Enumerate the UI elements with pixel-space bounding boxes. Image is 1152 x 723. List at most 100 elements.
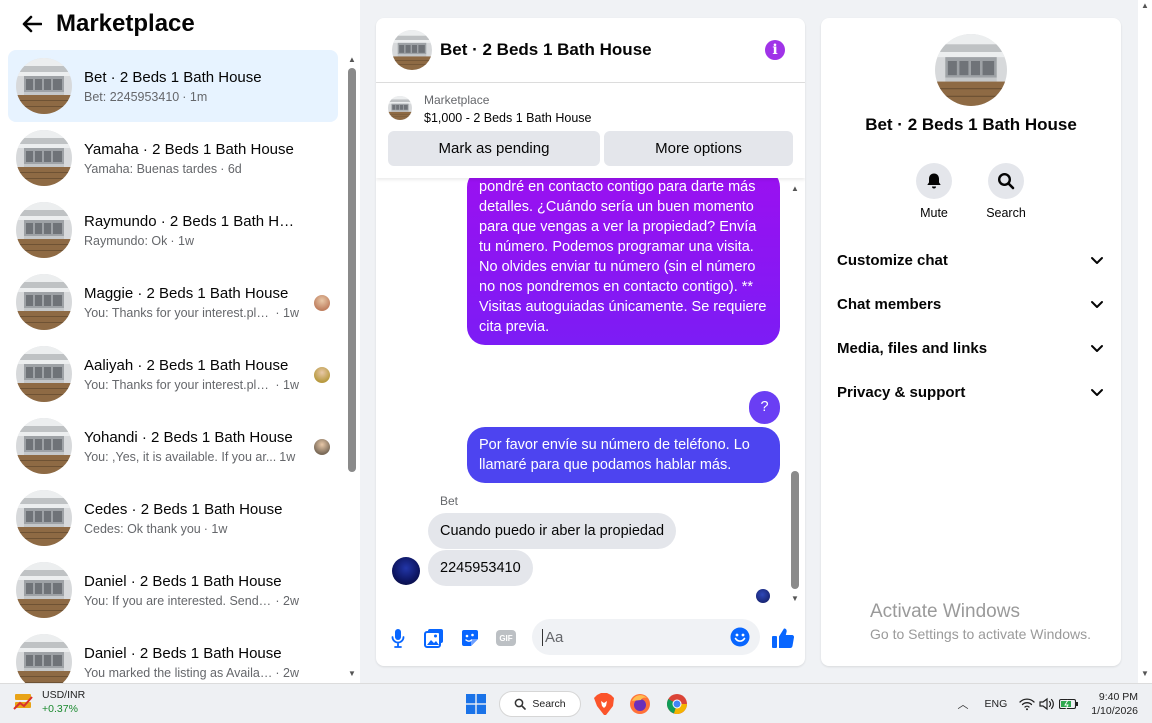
conversation-snippet: You: Thanks for your interest.ple... <box>84 377 273 392</box>
currency-chart-icon <box>13 694 33 710</box>
conversation-snippet: Bet: 2245953410 <box>84 89 180 104</box>
brave-browser-icon[interactable] <box>592 691 616 717</box>
activate-windows-watermark: Activate Windows Go to Settings to activ… <box>870 601 1091 642</box>
conversation-item[interactable]: Maggie · 2 Beds 1 Bath House You: Thanks … <box>8 266 338 338</box>
listing-thumbnail <box>16 418 72 474</box>
photo-icon[interactable] <box>421 625 447 651</box>
listing-thumbnail <box>16 490 72 546</box>
conversation-snippet: You: If you are interested. Send yo... <box>84 593 273 608</box>
sender-avatar[interactable] <box>392 557 420 585</box>
customize-chat-section[interactable]: Customize chat <box>821 240 1121 280</box>
chat-details-panel: Bet · 2 Beds 1 Bath House Mute Search Cu… <box>821 18 1121 666</box>
listing-thumbnail <box>16 562 72 618</box>
conversation-snippet: You marked the listing as Available. <box>84 665 273 680</box>
chrome-icon[interactable] <box>665 691 689 717</box>
clock[interactable]: 9:40 PM 1/10/2026 <box>1091 690 1138 718</box>
gif-icon[interactable]: GIF <box>493 625 519 651</box>
search-in-conversation-button[interactable]: Search <box>976 163 1036 220</box>
conversation-list-scrollbar[interactable]: ▲ ▼ <box>346 54 358 682</box>
search-icon <box>997 172 1015 190</box>
clock-date: 1/10/2026 <box>1091 705 1138 717</box>
details-title: Bet · 2 Beds 1 Bath House <box>865 115 1077 134</box>
mute-button[interactable]: Mute <box>904 163 964 220</box>
conversation-item[interactable]: Daniel · 2 Beds 1 Bath House You marked t… <box>8 626 338 683</box>
conversation-time: · 1w <box>275 377 299 392</box>
conversation-title: Raymundo · 2 Beds 1 Bath House <box>84 212 299 230</box>
info-icon[interactable]: i <box>765 40 785 60</box>
emoji-icon[interactable] <box>730 627 750 647</box>
chat-members-section[interactable]: Chat members <box>821 284 1121 324</box>
outgoing-message: pondré en contacto contigo para darte má… <box>467 178 780 345</box>
chat-title[interactable]: Bet · 2 Beds 1 Bath House <box>440 40 652 60</box>
message-composer: GIF Aa <box>376 614 805 662</box>
message-input-placeholder: Aa <box>542 628 563 646</box>
microphone-icon[interactable] <box>385 625 411 651</box>
currency-widget[interactable]: USD/INR +0.37% <box>12 689 85 715</box>
scrollbar-thumb[interactable] <box>791 471 799 589</box>
conversation-time: · 1w <box>275 305 299 320</box>
conversation-item[interactable]: Raymundo · 2 Beds 1 Bath House Raymundo: … <box>8 194 338 266</box>
listing-thumbnail[interactable] <box>392 30 432 70</box>
page-scrollbar[interactable]: ▲ ▼ <box>1138 0 1152 683</box>
listing-photo[interactable] <box>935 34 1007 106</box>
conversation-item[interactable]: Bet · 2 Beds 1 Bath House Bet: 2245953410… <box>8 50 338 122</box>
scroll-down-arrow-icon[interactable]: ▼ <box>346 668 358 678</box>
scroll-up-arrow-icon[interactable]: ▲ <box>346 54 358 64</box>
conversation-title: Yamaha · 2 Beds 1 Bath House <box>84 140 294 158</box>
seen-indicator-avatar <box>756 589 770 603</box>
scroll-down-arrow-icon[interactable]: ▼ <box>1139 668 1151 678</box>
chevron-down-icon <box>1091 345 1103 352</box>
more-options-button[interactable]: More options <box>604 131 793 166</box>
conversation-snippet: Raymundo: Ok <box>84 233 168 248</box>
section-label: Customize chat <box>837 251 948 269</box>
listing-small-thumbnail <box>388 96 412 120</box>
conversation-time: · 6d <box>220 161 242 176</box>
page-title: Marketplace <box>56 10 195 37</box>
show-hidden-icons-chevron-icon[interactable]: ︿ <box>958 696 969 712</box>
scrollbar-thumb[interactable] <box>348 68 356 472</box>
taskbar-search-button[interactable]: Search <box>499 691 581 717</box>
listing-price[interactable]: $1,000 - 2 Beds 1 Bath House <box>424 111 591 125</box>
read-receipt-avatar <box>314 295 330 311</box>
read-receipt-avatar <box>314 367 330 383</box>
conversation-snippet: You: Thanks for your interest.ple... <box>84 305 273 320</box>
sticker-icon[interactable] <box>457 625 483 651</box>
battery-icon[interactable] <box>1059 698 1079 710</box>
conversation-item[interactable]: Yamaha · 2 Beds 1 Bath House Yamaha: Buen… <box>8 122 338 194</box>
search-label: Search <box>986 206 1026 220</box>
media-files-links-section[interactable]: Media, files and links <box>821 328 1121 368</box>
chevron-down-icon <box>1091 389 1103 396</box>
conversation-item[interactable]: Yohandi · 2 Beds 1 Bath House You: ,Yes, … <box>8 410 338 482</box>
mark-as-pending-button[interactable]: Mark as pending <box>388 131 600 166</box>
watermark-title: Activate Windows <box>870 601 1020 622</box>
conversation-snippet: Yamaha: Buenas tardes <box>84 161 218 176</box>
outgoing-message: Por favor envíe su número de teléfono. L… <box>467 427 780 483</box>
back-arrow-icon[interactable] <box>20 12 44 36</box>
firefox-icon[interactable] <box>628 691 652 717</box>
conversation-item[interactable]: Aaliyah · 2 Beds 1 Bath House You: Thanks… <box>8 338 338 410</box>
chat-scrollbar[interactable]: ▲ ▼ <box>789 183 801 603</box>
thumbs-up-icon[interactable] <box>770 625 796 651</box>
wifi-icon[interactable] <box>1019 697 1035 711</box>
listing-thumbnail <box>16 274 72 330</box>
privacy-support-section[interactable]: Privacy & support <box>821 372 1121 412</box>
start-windows-icon[interactable] <box>464 691 488 717</box>
conversation-item[interactable]: Daniel · 2 Beds 1 Bath House You: If you … <box>8 554 338 626</box>
conversation-time: · 2w <box>275 593 299 608</box>
scroll-up-arrow-icon[interactable]: ▲ <box>1139 0 1151 10</box>
listing-bar: Marketplace $1,000 - 2 Beds 1 Bath House… <box>376 83 805 178</box>
message-input[interactable]: Aa <box>532 619 760 655</box>
conversation-title: Yohandi · 2 Beds 1 Bath House <box>84 428 293 446</box>
conversation-time: · 1w <box>203 521 228 536</box>
chevron-down-icon <box>1091 301 1103 308</box>
conversation-snippet: Cedes: Ok thank you <box>84 521 201 536</box>
scroll-up-arrow-icon[interactable]: ▲ <box>789 183 801 193</box>
section-label: Privacy & support <box>837 383 966 401</box>
language-indicator[interactable]: ENG <box>985 698 1008 710</box>
conversation-item[interactable]: Cedes · 2 Beds 1 Bath House Cedes: Ok tha… <box>8 482 338 554</box>
left-header: Marketplace <box>0 0 360 48</box>
scroll-down-arrow-icon[interactable]: ▼ <box>789 593 801 603</box>
speaker-icon[interactable] <box>1039 697 1055 711</box>
listing-thumbnail <box>16 58 72 114</box>
conversation-title: Cedes · 2 Beds 1 Bath House <box>84 500 283 518</box>
